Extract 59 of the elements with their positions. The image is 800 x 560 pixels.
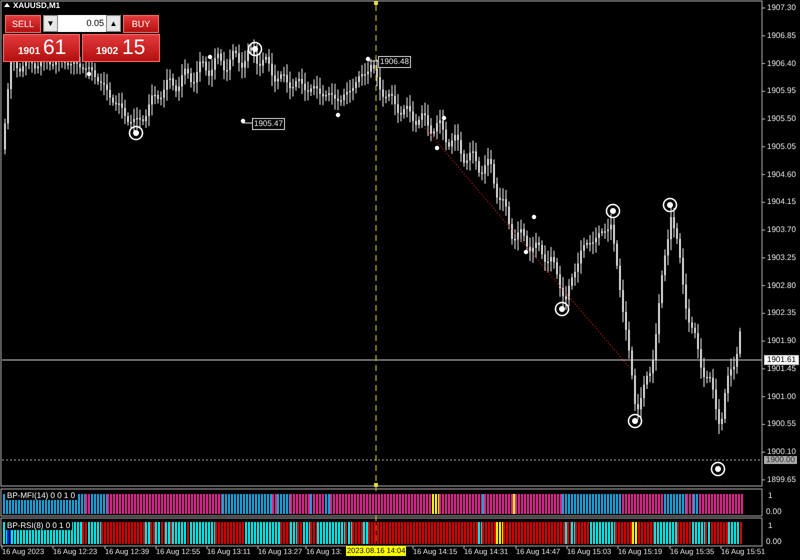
price-label: 1905.47 [252,118,285,130]
cursor-handle-icon [374,1,378,5]
price-axis-label: 1905.05 [767,142,796,151]
sell-price-pips: 61 [43,37,66,58]
price-axis-label: 1899.65 [767,476,796,484]
price-axis-label: 1900.10 [767,448,796,456]
indicator-axis-label: 1 [768,522,772,530]
sell-price-main: 1901 [18,47,40,57]
price-axis-label: 1902.80 [767,282,796,290]
indicator-axis-label: 1 [768,492,772,500]
collapse-icon[interactable] [4,3,10,7]
indicator-label: BP-MFI(14) 0 0 1 0 [5,492,78,500]
leader-line [368,60,378,62]
lot-increase-button[interactable]: ▲ [106,15,121,32]
leader-line [242,122,252,124]
dot-marker-icon [524,250,528,254]
lot-input[interactable]: 0.05 [58,15,106,32]
ring-marker-icon [628,414,642,428]
price-axis-label: 1903.25 [767,254,796,262]
ring-marker-icon [662,198,678,212]
dot-marker-icon [442,116,446,120]
price-axis-label: 1905.95 [767,87,796,96]
ring-marker-icon [710,462,726,476]
indicator-label: BP-RSI(8) 0 0 1 0 [5,522,72,530]
price-axis-label: 1905.50 [767,115,796,124]
dot-marker-icon [366,56,370,62]
price-axis-label: 1901.00 [767,392,796,401]
price-axis-label: 1904.15 [767,198,796,206]
indicator-axis-label: 0.00 [766,538,782,546]
price-axis-label: 1903.70 [767,226,796,234]
price-axis-label: 1904.60 [767,170,796,179]
buy-button[interactable]: BUY [123,15,159,33]
dot-marker-icon [240,118,246,124]
dot-marker-icon [532,214,536,220]
price-axis-label: 1907.30 [767,4,796,12]
price-axis-label: 1902.35 [767,309,796,318]
chart-title: XAUUSD,M1 [13,2,60,10]
ring-marker-icon [554,302,570,316]
dot-marker-icon [434,146,440,150]
current-price-label: 1901.61 [764,355,799,365]
dot-marker-icon [86,72,92,76]
price-label: 1906.48 [378,56,411,68]
price-axis-label: 1901.45 [767,364,796,373]
buy-price-pips: 15 [122,37,146,58]
buy-price-main: 1902 [96,47,118,57]
ring-marker-icon [606,204,620,218]
indicator-axis-label: 0.00 [766,508,782,516]
price-axis-label: 1906.85 [767,32,796,40]
price-axis-label: 1900.55 [767,420,796,428]
ring-marker-icon [248,42,262,56]
dot-marker-icon [336,112,340,118]
lot-decrease-button[interactable]: ▼ [43,15,58,32]
price-axis-label: 1906.40 [767,60,796,68]
cursor-handle-icon [374,483,378,487]
price-axis-label: 1901.90 [767,337,796,346]
ring-marker-icon [128,126,144,140]
level-price-label: 1900.00 [764,456,797,464]
sell-button[interactable]: SELL [5,15,41,33]
dot-marker-icon [208,54,212,60]
